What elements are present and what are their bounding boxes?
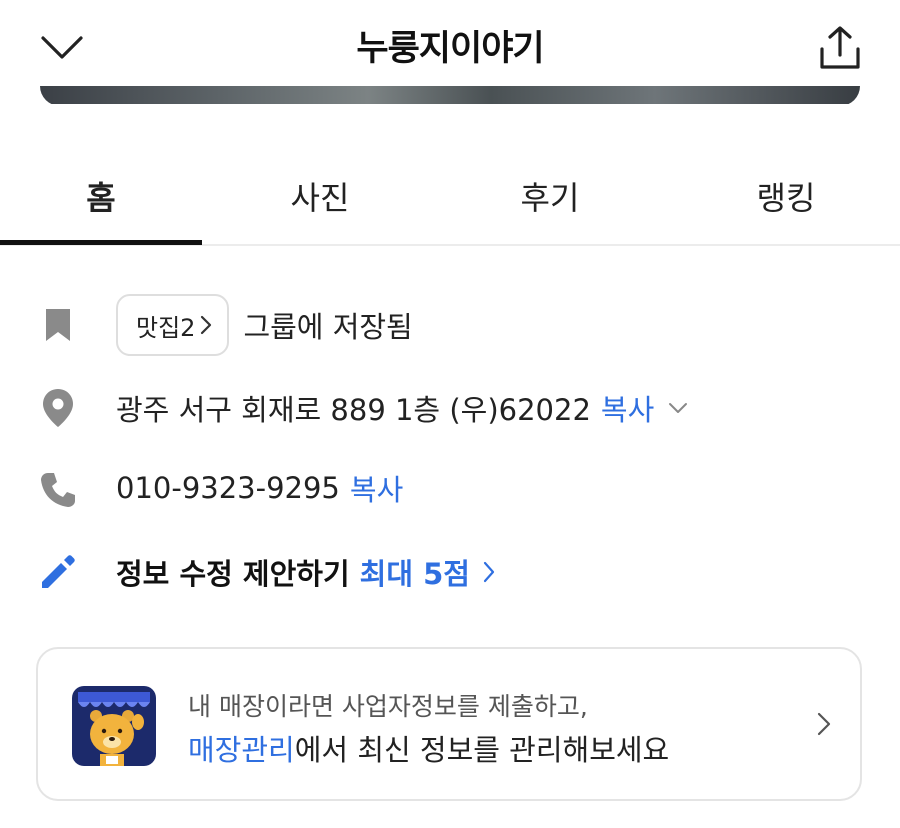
saved-row: 맛집2 그룹에 저장됨 (0, 294, 900, 356)
location-pin-icon (36, 386, 80, 430)
address-copy-link[interactable]: 복사 (601, 387, 654, 429)
chevron-right-icon (817, 712, 831, 736)
tab-bar: 홈 사진 후기 랭킹 (0, 148, 900, 246)
suggest-edit-label: 정보 수정 제안하기 (116, 557, 350, 591)
header: 누룽지이야기 (0, 0, 900, 100)
tab-ranking[interactable]: 랭킹 (686, 148, 886, 244)
place-photo[interactable] (40, 86, 860, 106)
saved-status-text: 그룹에 저장됨 (243, 310, 413, 344)
pencil-icon (36, 550, 80, 594)
bookmark-icon (36, 303, 80, 347)
tab-home[interactable]: 홈 (0, 148, 202, 244)
phone-row: 010-9323-9295 복사 (0, 462, 900, 514)
saved-group-chip[interactable]: 맛집2 (116, 294, 230, 356)
store-owner-character-icon (72, 686, 156, 766)
suggest-reward: 최대 5점 (359, 557, 470, 591)
phone-number[interactable]: 010-9323-9295 (116, 471, 340, 505)
address-text: 광주 서구 회재로 889 1층 (우)62022 (116, 393, 591, 427)
chevron-right-icon (201, 315, 212, 335)
store-owner-card[interactable]: 내 매장이라면 사업자정보를 제출하고, 매장관리에서 최신 정보를 관리해보세… (36, 647, 862, 801)
phone-icon (36, 468, 80, 512)
store-management-link[interactable]: 매장관리 (188, 733, 295, 767)
owner-card-cta: 매장관리에서 최신 정보를 관리해보세요 (188, 733, 670, 767)
share-button[interactable] (814, 22, 866, 74)
active-tab-indicator (0, 240, 202, 245)
owner-card-description: 내 매장이라면 사업자정보를 제출하고, (188, 692, 588, 721)
page-title: 누룽지이야기 (356, 29, 544, 69)
tab-reviews[interactable]: 후기 (450, 148, 650, 244)
chevron-right-icon (483, 561, 495, 583)
chevron-down-icon[interactable] (668, 402, 688, 414)
share-icon (820, 26, 860, 69)
address-row: 광주 서구 회재로 889 1층 (우)62022 복사 (0, 382, 900, 434)
phone-copy-link[interactable]: 복사 (350, 467, 403, 509)
tab-photos[interactable]: 사진 (220, 148, 420, 244)
suggest-edit-row[interactable]: 정보 수정 제안하기 최대 5점 (0, 546, 900, 598)
